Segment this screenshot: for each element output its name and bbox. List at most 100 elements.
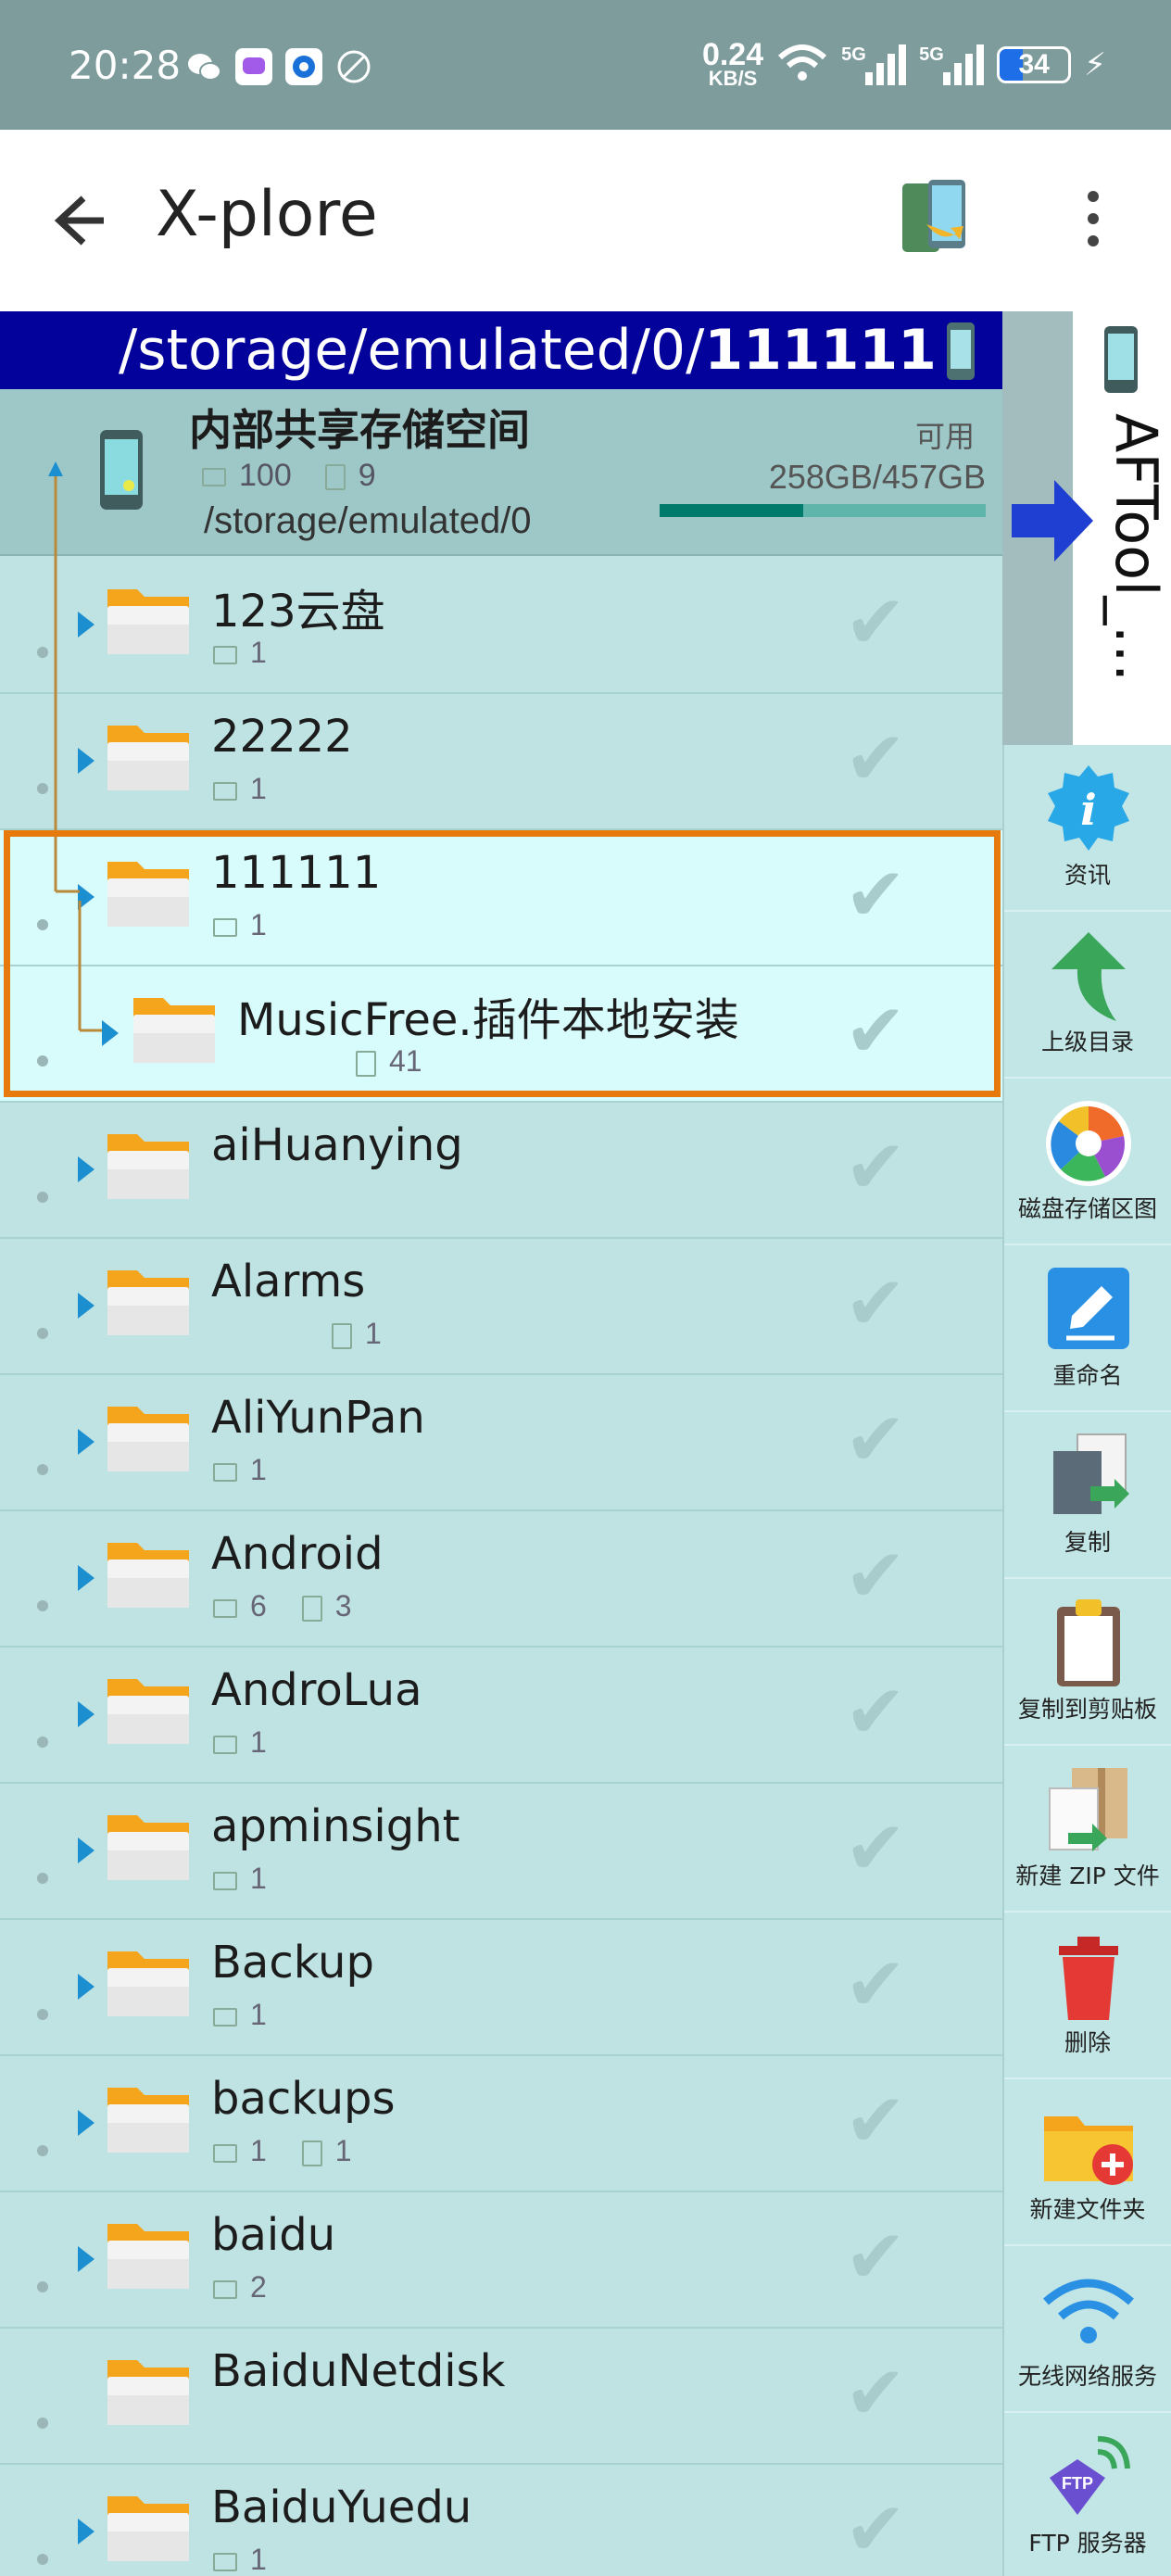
side-pane-tab[interactable]: AFTool_… <box>1002 311 1171 745</box>
check-icon[interactable]: ✔ <box>834 858 917 932</box>
wechat-icon <box>185 48 222 85</box>
tool-copy[interactable]: 复制 <box>1004 1412 1171 1579</box>
expand-triangle-icon[interactable] <box>78 1701 94 1727</box>
new-folder-icon <box>1040 2098 1137 2191</box>
file-count: 1 <box>332 1317 382 1351</box>
check-icon[interactable]: ✔ <box>834 2220 917 2294</box>
check-icon[interactable]: ✔ <box>834 2084 917 2158</box>
folder-row[interactable]: 123云盘 1 ✔ <box>0 558 1002 694</box>
folder-row[interactable]: aiHuanying ✔ <box>0 1103 1002 1239</box>
tool-ftp[interactable]: FTP FTP 服务器 <box>1004 2413 1171 2576</box>
storage-header[interactable]: 内部共享存储空间 100 9 /storage/emulated/0 可用 25… <box>0 389 1002 556</box>
path-bar[interactable]: /storage/emulated/0/111111 <box>0 311 1002 389</box>
app-notification-icon <box>235 48 272 85</box>
tool-info[interactable]: i 资讯 <box>1004 745 1171 912</box>
select-dot[interactable] <box>37 1873 48 1884</box>
folder-row[interactable]: AndroLua 1 ✔ <box>0 1648 1002 1784</box>
folder-count-icon <box>213 1598 237 1618</box>
check-icon[interactable]: ✔ <box>834 2493 917 2567</box>
expand-triangle-icon[interactable] <box>78 884 94 910</box>
expand-triangle-icon[interactable] <box>78 2110 94 2136</box>
expand-triangle-icon[interactable] <box>78 1974 94 2000</box>
check-icon[interactable]: ✔ <box>834 1130 917 1205</box>
expand-triangle-icon[interactable] <box>78 2246 94 2272</box>
check-icon[interactable]: ✔ <box>834 1539 917 1613</box>
expand-triangle-icon[interactable] <box>78 612 94 638</box>
folder-icon <box>130 991 219 1067</box>
expand-triangle-icon[interactable] <box>78 1293 94 1319</box>
folder-row[interactable]: 111111 1 ✔ <box>0 830 1002 966</box>
folder-row[interactable]: BaiduYuedu 1 ✔ <box>0 2465 1002 2576</box>
check-icon[interactable]: ✔ <box>834 586 917 660</box>
folder-row[interactable]: Backup 1 ✔ <box>0 1920 1002 2056</box>
select-dot[interactable] <box>37 647 48 658</box>
select-dot[interactable] <box>37 1600 48 1611</box>
check-icon[interactable]: ✔ <box>834 2356 917 2431</box>
expand-triangle-icon[interactable] <box>78 2519 94 2544</box>
expand-triangle-icon[interactable] <box>78 1837 94 1863</box>
select-dot[interactable] <box>37 2009 48 2020</box>
battery-icon: 34 <box>997 46 1072 83</box>
folder-row[interactable]: 22222 1 ✔ <box>0 694 1002 830</box>
folder-row[interactable]: AliYunPan 1 ✔ <box>0 1375 1002 1511</box>
expand-triangle-icon[interactable] <box>78 1156 94 1182</box>
tool-trash[interactable]: 删除 <box>1004 1913 1171 2079</box>
overflow-menu-icon[interactable] <box>1075 191 1112 256</box>
select-dot[interactable] <box>37 2554 48 2565</box>
tool-disk-map[interactable]: 磁盘存储区图 <box>1004 1079 1171 1245</box>
check-icon[interactable]: ✔ <box>834 1812 917 1886</box>
tool-label: 新建文件夹 <box>1029 2196 1146 2223</box>
select-dot[interactable] <box>37 2145 48 2156</box>
arrow-right-icon[interactable] <box>1008 474 1097 567</box>
check-icon[interactable]: ✔ <box>834 1267 917 1341</box>
check-icon[interactable]: ✔ <box>834 994 917 1068</box>
check-icon[interactable]: ✔ <box>834 722 917 796</box>
expand-triangle-icon[interactable] <box>78 1565 94 1591</box>
disk-map-icon <box>1040 1097 1137 1190</box>
folder-row[interactable]: apminsight 1 ✔ <box>0 1784 1002 1920</box>
expand-triangle-icon[interactable] <box>102 1020 119 1046</box>
ftp-icon: FTP <box>1040 2431 1137 2524</box>
folder-count-icon <box>213 2279 237 2299</box>
select-dot[interactable] <box>37 2281 48 2292</box>
folder-row[interactable]: baidu 2 ✔ <box>0 2192 1002 2329</box>
signal-sim2-icon: 5G <box>919 44 985 85</box>
tool-rename[interactable]: 重命名 <box>1004 1245 1171 1412</box>
select-dot[interactable] <box>37 1055 48 1067</box>
check-icon[interactable]: ✔ <box>834 1948 917 2022</box>
tool-zip[interactable]: 新建 ZIP 文件 <box>1004 1746 1171 1913</box>
storage-usage-fill <box>660 504 803 517</box>
folder-row[interactable]: Alarms 1 ✔ <box>0 1239 1002 1375</box>
net-speed: 0.24 KB/S <box>701 37 764 90</box>
app-notification-icon <box>285 48 322 85</box>
select-dot[interactable] <box>37 783 48 794</box>
select-dot[interactable] <box>37 1192 48 1203</box>
folder-row[interactable]: Android 6 3 ✔ <box>0 1511 1002 1648</box>
tool-up-arrow[interactable]: 上级目录 <box>1004 912 1171 1079</box>
folder-name: AliYunPan <box>211 1392 425 1444</box>
select-dot[interactable] <box>37 1736 48 1748</box>
tool-clipboard[interactable]: 复制到剪贴板 <box>1004 1579 1171 1746</box>
check-icon[interactable]: ✔ <box>834 1403 917 1477</box>
folder-counts: 1 <box>213 772 267 806</box>
check-icon[interactable]: ✔ <box>834 1675 917 1749</box>
tool-new-folder[interactable]: 新建文件夹 <box>1004 2079 1171 2246</box>
folder-icon <box>104 1399 193 1475</box>
expand-triangle-icon[interactable] <box>78 748 94 774</box>
folder-count-icon <box>213 2007 237 2027</box>
expand-triangle-icon[interactable] <box>78 1429 94 1455</box>
select-dot[interactable] <box>37 1464 48 1475</box>
folder-row[interactable]: backups 1 1 ✔ <box>0 2056 1002 2192</box>
folder-row[interactable]: MusicFree.插件本地安装 41 ✔ <box>0 966 1002 1103</box>
folder-counts: 2 <box>213 2270 267 2305</box>
folder-row[interactable]: BaiduNetdisk ✔ <box>0 2329 1002 2465</box>
tool-wifi[interactable]: 无线网络服务 <box>1004 2246 1171 2413</box>
back-arrow-icon[interactable] <box>46 183 111 258</box>
select-dot[interactable] <box>37 1328 48 1339</box>
device-switch-icon[interactable] <box>899 178 973 261</box>
tool-label: FTP 服务器 <box>1028 2530 1147 2557</box>
storage-usage-bar <box>660 504 986 517</box>
subfolder-count: 1 <box>213 2134 267 2168</box>
select-dot[interactable] <box>37 919 48 930</box>
select-dot[interactable] <box>37 2418 48 2429</box>
